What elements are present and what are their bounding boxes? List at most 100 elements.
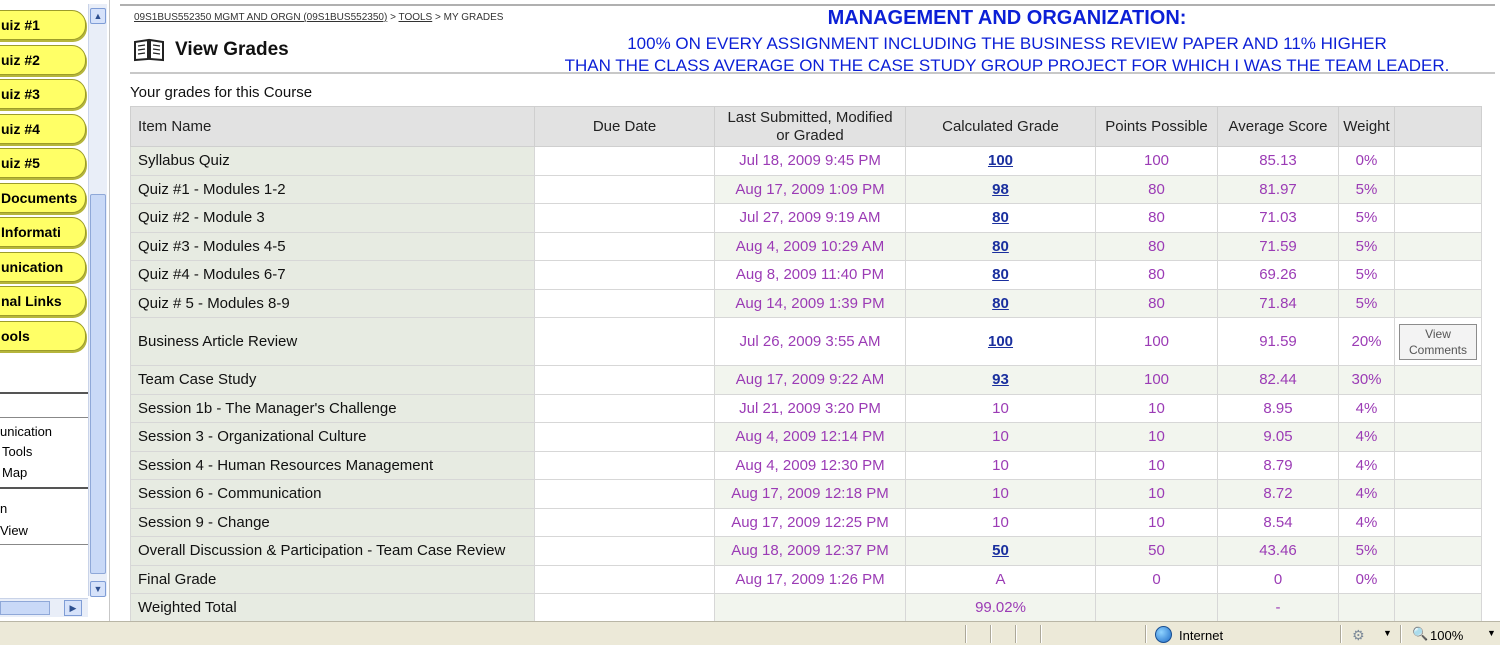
grade-link[interactable]: 50 [992, 542, 1009, 559]
cell-actions: View Comments [1394, 317, 1482, 366]
sidebar-external-links-button[interactable]: nal Links [0, 286, 86, 316]
cell-weight: 5% [1338, 174, 1395, 204]
cell-calculated-grade: 10 [905, 422, 1096, 452]
table-row: Quiz #4 - Modules 6-7 Aug 8, 2009 11:40 P… [130, 260, 1482, 290]
cell-calculated-grade: 10 [905, 479, 1096, 509]
column-header-average: Average Score [1217, 106, 1339, 147]
sidebar-link-map[interactable]: Map [2, 465, 27, 480]
zoom-level[interactable]: 100% [1430, 628, 1463, 643]
table-row: Final Grade Aug 17, 2009 1:26 PM A 0 0 0% [130, 564, 1482, 594]
grade-link[interactable]: 98 [992, 181, 1009, 198]
sidebar-divider [0, 392, 88, 394]
cell-actions [1394, 288, 1482, 318]
cell-points-possible: 80 [1095, 174, 1218, 204]
breadcrumb-current: MY GRADES [443, 12, 504, 23]
cell-weight: 4% [1338, 393, 1395, 423]
sidebar-information-button[interactable]: Informati [0, 217, 86, 247]
sidebar-tools-button[interactable]: ools [0, 321, 86, 351]
table-row: Quiz #3 - Modules 4-5 Aug 4, 2009 10:29 A… [130, 231, 1482, 261]
cell-actions [1394, 507, 1482, 537]
grade-link[interactable]: 80 [992, 209, 1009, 226]
cell-calculated-grade: 50 [905, 536, 1096, 566]
table-header-row: Item Name Due Date Last Submitted, Modif… [130, 106, 1482, 147]
annotation-text: 100% ON EVERY ASSIGNMENT INCLUDING THE B… [412, 33, 1500, 77]
breadcrumb-course-link[interactable]: 09S1BUS552350 MGMT AND ORGN (09S1BUS5523… [134, 12, 387, 23]
breadcrumb-tools-link[interactable]: TOOLS [399, 12, 433, 23]
cell-last-submitted: Aug 4, 2009 10:29 AM [714, 231, 906, 261]
chevron-down-icon[interactable]: ▼ [1487, 628, 1496, 638]
cell-calculated-grade: 100 [905, 146, 1096, 176]
top-divider [120, 4, 1495, 6]
sidebar-documents-button[interactable]: Documents [0, 183, 86, 213]
cell-actions [1394, 564, 1482, 594]
cell-average-score: - [1217, 593, 1339, 621]
cell-last-submitted: Aug 17, 2009 1:26 PM [714, 564, 906, 594]
column-header-line: or Graded [776, 126, 844, 144]
cell-item-name: Quiz #3 - Modules 4-5 [130, 231, 535, 261]
column-header-actions [1394, 106, 1482, 147]
cell-item-name: Quiz #4 - Modules 6-7 [130, 260, 535, 290]
sidebar-quiz-3-button[interactable]: uiz #3 [0, 79, 86, 109]
scrollbar-thumb[interactable] [0, 601, 50, 615]
sidebar-link-communication[interactable]: unication [0, 424, 52, 439]
status-divider [990, 625, 992, 643]
cell-last-submitted: Aug 4, 2009 12:30 PM [714, 450, 906, 480]
grade-link[interactable]: 100 [988, 333, 1013, 350]
sidebar-divider [0, 417, 88, 418]
grade-link[interactable]: 80 [992, 295, 1009, 312]
cell-due-date [534, 593, 715, 621]
sidebar-horizontal-scrollbar[interactable]: ▶ [0, 598, 88, 617]
cell-last-submitted: Aug 17, 2009 12:18 PM [714, 479, 906, 509]
grade-link[interactable]: 100 [988, 152, 1013, 169]
column-header-due: Due Date [534, 106, 715, 147]
cell-weight: 4% [1338, 422, 1395, 452]
cell-due-date [534, 536, 715, 566]
sidebar-quiz-1-button[interactable]: uiz #1 [0, 10, 86, 40]
chevron-down-icon[interactable]: ▼ [1383, 628, 1392, 638]
cell-calculated-grade: 10 [905, 507, 1096, 537]
table-row: Session 9 - Change Aug 17, 2009 12:25 PM 1… [130, 507, 1482, 537]
scroll-down-icon[interactable]: ▼ [90, 581, 106, 597]
cell-actions [1394, 365, 1482, 395]
course-sidebar: uiz #1 uiz #2 uiz #3 uiz #4 uiz #5 Docum… [0, 0, 110, 621]
sidebar-link-view[interactable]: View [0, 523, 28, 538]
zoom-icon[interactable]: 🔍 [1412, 626, 1428, 642]
security-zone-label: Internet [1179, 628, 1224, 643]
cell-points-possible: 100 [1095, 365, 1218, 395]
cell-average-score: 8.72 [1217, 479, 1339, 509]
cell-points-possible: 80 [1095, 288, 1218, 318]
cell-last-submitted: Aug 17, 2009 1:09 PM [714, 174, 906, 204]
grade-link[interactable]: 80 [992, 266, 1009, 283]
cell-actions [1394, 231, 1482, 261]
cell-weight: 5% [1338, 288, 1395, 318]
view-comments-button[interactable]: View Comments [1399, 323, 1477, 360]
sidebar-link-tools[interactable]: Tools [2, 444, 32, 459]
scroll-up-icon[interactable]: ▲ [90, 8, 106, 24]
cell-average-score: 8.79 [1217, 450, 1339, 480]
sidebar-quiz-4-button[interactable]: uiz #4 [0, 114, 86, 144]
cell-last-submitted: Aug 18, 2009 12:37 PM [714, 536, 906, 566]
scroll-right-icon[interactable]: ▶ [64, 600, 82, 616]
sidebar-link-n[interactable]: n [0, 501, 7, 516]
grades-caption: Your grades for this Course [130, 84, 313, 101]
cell-due-date [534, 203, 715, 233]
sidebar-quiz-5-button[interactable]: uiz #5 [0, 148, 86, 178]
cell-weight: 5% [1338, 536, 1395, 566]
grade-link[interactable]: 93 [992, 371, 1009, 388]
protected-mode-icon[interactable]: ⚙ [1352, 627, 1365, 644]
cell-weight: 30% [1338, 365, 1395, 395]
scrollbar-thumb[interactable] [90, 194, 106, 574]
status-divider [965, 625, 967, 643]
cell-item-name: Overall Discussion & Participation - Tea… [130, 536, 535, 566]
sidebar-quiz-2-button[interactable]: uiz #2 [0, 45, 86, 75]
cell-due-date [534, 365, 715, 395]
grade-link[interactable]: 80 [992, 238, 1009, 255]
cell-actions [1394, 422, 1482, 452]
sidebar-vertical-scrollbar[interactable]: ▲ ▼ [88, 4, 107, 597]
breadcrumb-separator: > [390, 12, 396, 23]
cell-item-name: Session 4 - Human Resources Management [130, 450, 535, 480]
sidebar-communication-button[interactable]: unication [0, 252, 86, 282]
cell-points-possible: 10 [1095, 507, 1218, 537]
cell-calculated-grade: 93 [905, 365, 1096, 395]
cell-actions [1394, 260, 1482, 290]
